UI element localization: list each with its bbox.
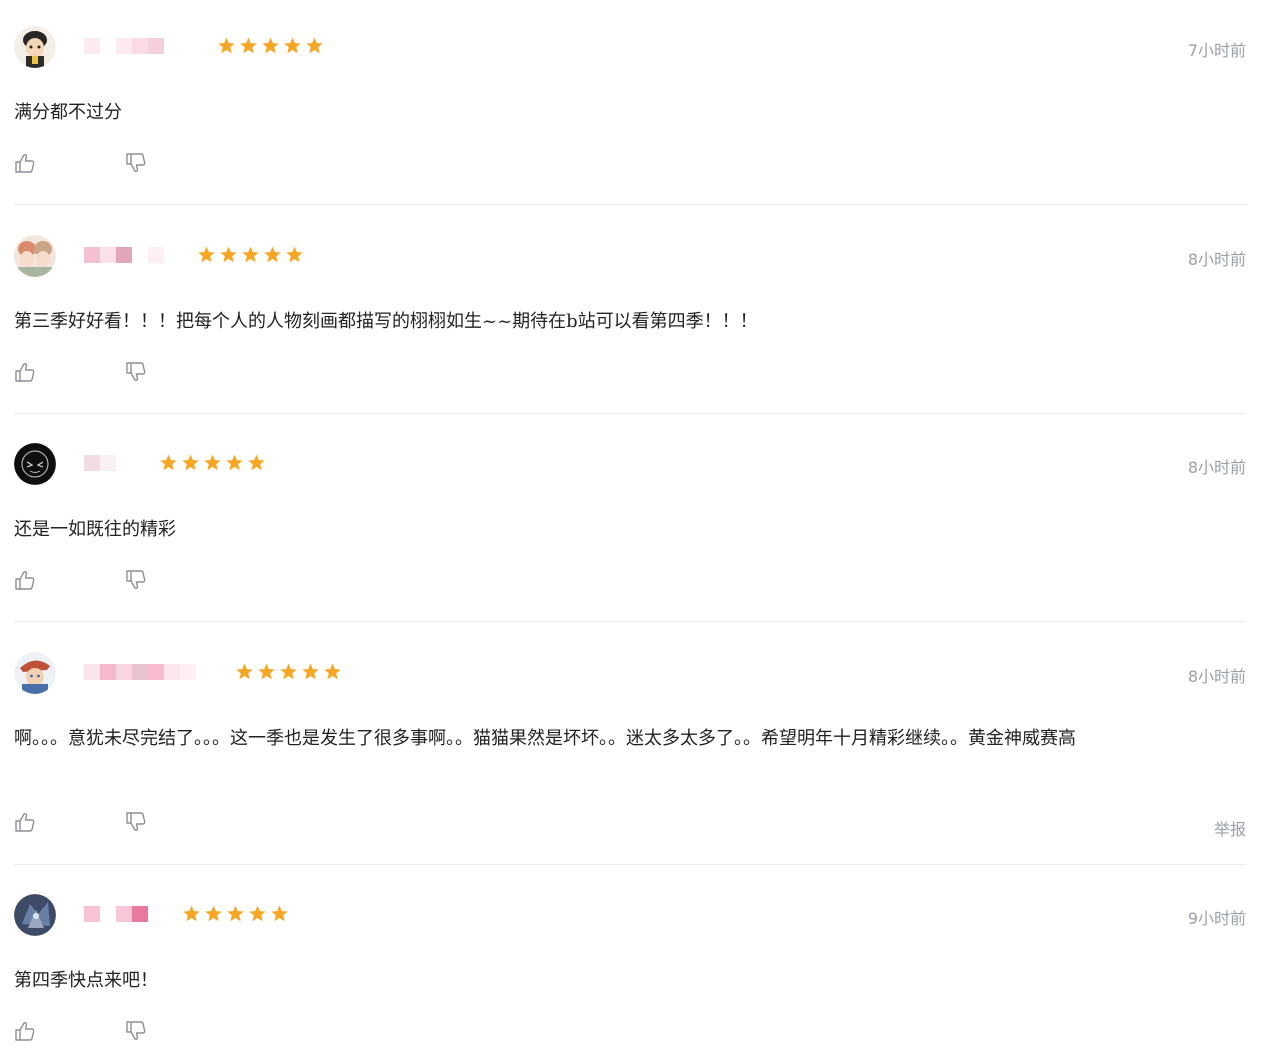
star-icon [306, 37, 323, 54]
star-icon [286, 246, 303, 263]
username-redacted[interactable] [84, 664, 196, 682]
star-rating [197, 245, 304, 264]
star-icon [240, 37, 257, 54]
star-icon [242, 246, 259, 263]
star-rating [182, 904, 289, 923]
username-pixel [132, 664, 148, 680]
star-icon [280, 663, 297, 680]
review-content: 第三季好好看！！！把每个人的人物刻画都描写的栩栩如生~~期待在b站可以看第四季！… [14, 311, 758, 332]
thumbs-up-icon[interactable] [14, 1020, 36, 1042]
star-icon [198, 246, 215, 263]
star-icon [205, 905, 222, 922]
username-pixel [84, 38, 100, 54]
username-pixel [116, 247, 132, 263]
username-pixel [84, 247, 100, 263]
star-icon [324, 663, 341, 680]
star-icon [183, 905, 200, 922]
username-pixel [116, 906, 132, 922]
username-pixel [100, 38, 116, 54]
review-content: 啊。。。意犹未尽完结了。。。这一季也是发生了很多事啊。。猫猫果然是坏坏。。迷太多… [14, 728, 1076, 749]
username-redacted[interactable] [84, 247, 164, 265]
divider [14, 621, 1246, 622]
username-redacted[interactable] [84, 38, 164, 56]
username-pixel [84, 455, 100, 471]
thumbs-down-icon[interactable] [125, 1020, 147, 1042]
star-rating [235, 662, 342, 681]
thumbs-up-icon[interactable] [14, 569, 36, 591]
username-pixel [100, 247, 116, 263]
username-pixel [84, 906, 100, 922]
thumbs-down-icon[interactable] [125, 361, 147, 383]
star-icon [236, 663, 253, 680]
report-link[interactable]: 举报 [1214, 816, 1246, 840]
thumbs-down-icon[interactable] [125, 569, 147, 591]
username-pixel [100, 906, 116, 922]
username-pixel [116, 38, 132, 54]
star-icon [248, 454, 265, 471]
star-icon [302, 663, 319, 680]
avatar[interactable] [14, 443, 56, 485]
username-pixel [100, 664, 116, 680]
star-icon [264, 246, 281, 263]
star-icon [204, 454, 221, 471]
username-pixel [132, 906, 148, 922]
star-icon [182, 454, 199, 471]
username-pixel [180, 664, 196, 680]
thumbs-up-icon[interactable] [14, 152, 36, 174]
star-icon [226, 454, 243, 471]
username-redacted[interactable] [84, 906, 148, 924]
star-icon [218, 37, 235, 54]
avatar[interactable] [14, 652, 56, 694]
review-content: 满分都不过分 [14, 102, 122, 123]
review-time: 8小时前 [1187, 250, 1246, 269]
review-content: 还是一如既往的精彩 [14, 519, 176, 540]
star-icon [227, 905, 244, 922]
star-icon [249, 905, 266, 922]
avatar[interactable] [14, 26, 56, 68]
star-icon [160, 454, 177, 471]
star-icon [284, 37, 301, 54]
avatar[interactable] [14, 894, 56, 936]
thumbs-up-icon[interactable] [14, 811, 36, 833]
username-pixel [132, 38, 148, 54]
thumbs-down-icon[interactable] [125, 152, 147, 174]
avatar[interactable] [14, 235, 56, 277]
star-icon [271, 905, 288, 922]
username-pixel [148, 664, 164, 680]
divider [14, 413, 1246, 414]
review-time: 7小时前 [1187, 41, 1246, 60]
username-redacted[interactable] [84, 455, 116, 473]
review-time: 9小时前 [1187, 909, 1246, 928]
divider [14, 864, 1246, 865]
star-rating [217, 36, 324, 55]
username-pixel [100, 455, 116, 471]
review-time: 8小时前 [1187, 458, 1246, 477]
username-pixel [116, 664, 132, 680]
review-content: 第四季快点来吧！ [14, 970, 158, 991]
star-icon [258, 663, 275, 680]
thumbs-down-icon[interactable] [125, 811, 147, 833]
star-rating [159, 453, 266, 472]
review-time: 8小时前 [1187, 667, 1246, 686]
username-pixel [132, 247, 148, 263]
username-pixel [148, 38, 164, 54]
username-pixel [164, 664, 180, 680]
star-icon [220, 246, 237, 263]
username-pixel [148, 247, 164, 263]
username-pixel [84, 664, 100, 680]
thumbs-up-icon[interactable] [14, 361, 36, 383]
star-icon [262, 37, 279, 54]
divider [14, 204, 1246, 205]
